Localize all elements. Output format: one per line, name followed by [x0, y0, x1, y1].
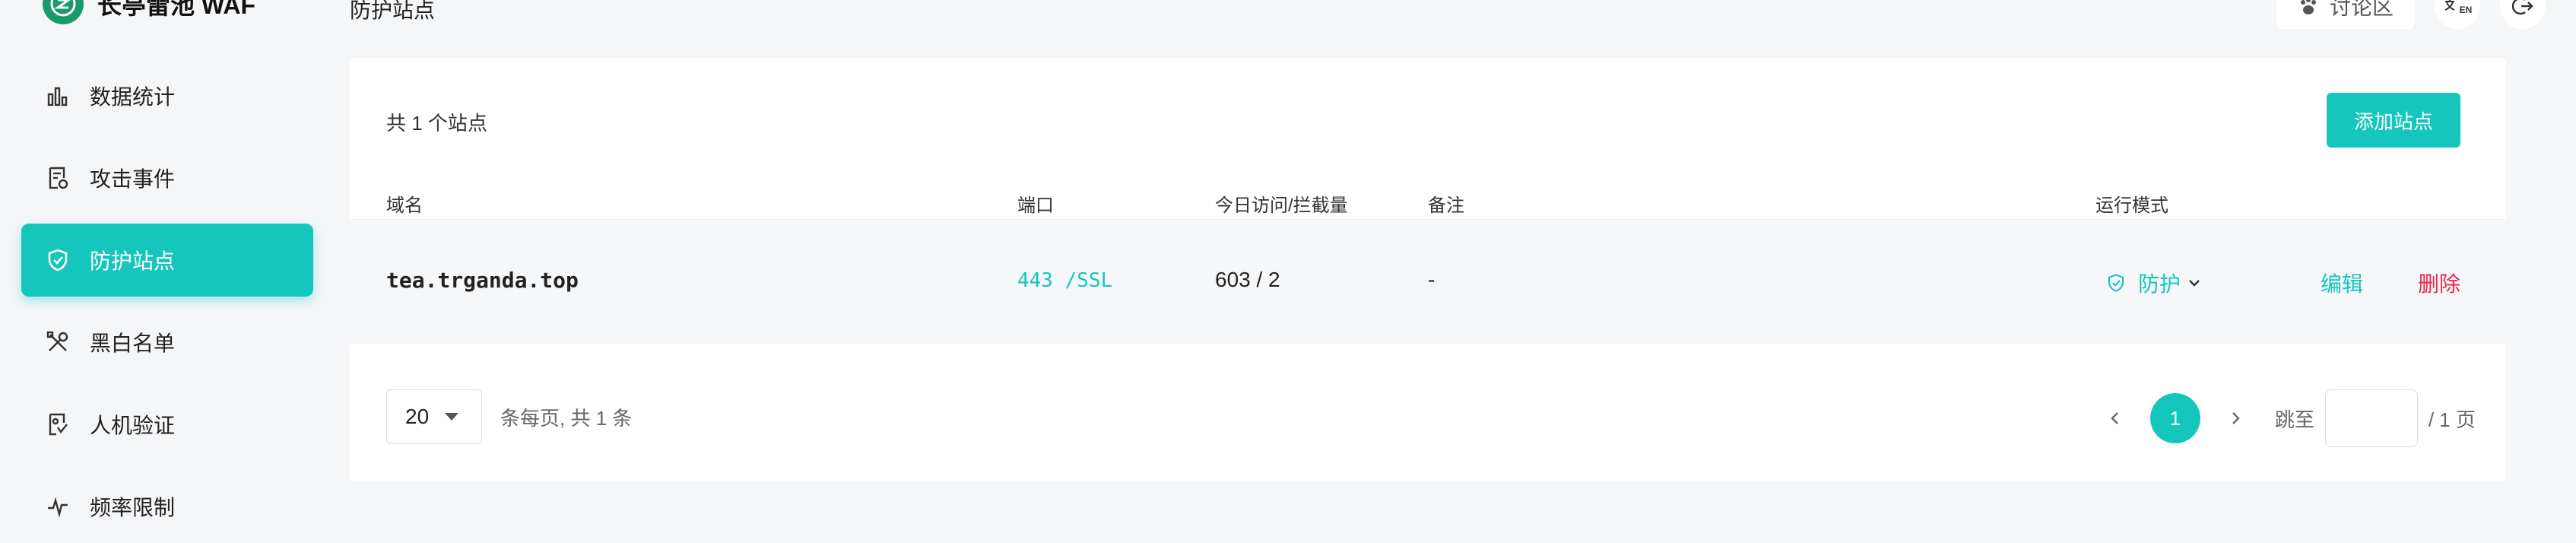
tools-icon: [44, 329, 71, 356]
column-header-visits: 今日访问/拦截量: [1215, 195, 1348, 216]
pulse-icon: [44, 493, 71, 520]
site-note: -: [1428, 268, 1436, 291]
site-count-summary: 共 1 个站点: [386, 112, 487, 135]
pagination: 1 跳至 / 1 页: [2095, 389, 2476, 447]
jump-page-input[interactable]: [2324, 389, 2418, 447]
mode-dropdown[interactable]: 防护: [2106, 268, 2202, 298]
language-badge: EN: [2459, 5, 2473, 15]
logout-button[interactable]: [2500, 0, 2546, 29]
total-pages-text: / 1 页: [2428, 408, 2476, 431]
prev-page-button[interactable]: [2095, 391, 2135, 446]
sidebar: 长亭雷池 WAF 数据统计 攻击事件 防护站点 黑白名单 人机验证 频率限制: [0, 0, 335, 519]
edit-link[interactable]: 编辑: [2321, 268, 2363, 298]
app-name: 长亭雷池 WAF: [97, 0, 255, 19]
jump-label: 跳至: [2274, 408, 2314, 431]
logo-icon: [43, 0, 84, 24]
column-header-port: 端口: [1017, 195, 1054, 216]
page-size-select[interactable]: 20: [386, 389, 482, 444]
page-size-area: 20 条每页, 共 1 条: [386, 389, 632, 444]
table-row: tea.trganda.top 443 /SSL 603 / 2 - 防护 编辑…: [350, 221, 2506, 344]
sidebar-item-label: 人机验证: [90, 414, 176, 437]
mode-label: 防护: [2138, 272, 2181, 296]
page-number-current[interactable]: 1: [2149, 393, 2200, 443]
sidebar-item-label: 防护站点: [90, 249, 176, 273]
chevron-right-icon: [2232, 412, 2240, 424]
per-page-text: 条每页, 共 1 条: [500, 406, 633, 430]
column-header-note: 备注: [1428, 195, 1464, 216]
table-header: 域名 端口 今日访问/拦截量 备注 运行模式: [350, 187, 2506, 220]
site-port: 443 /SSL: [1017, 269, 1113, 292]
sidebar-item-attack-events[interactable]: 攻击事件: [21, 141, 313, 214]
sidebar-item-label: 黑白名单: [90, 332, 176, 355]
sidebar-item-label: 攻击事件: [90, 167, 176, 191]
sidebar-item-allow-deny-list[interactable]: 黑白名单: [21, 306, 313, 379]
site-visits: 603 / 2: [1215, 268, 1280, 291]
logout-icon: [2512, 0, 2533, 17]
column-header-mode: 运行模式: [2095, 195, 2168, 216]
page-title: 防护站点: [350, 0, 436, 22]
shield-icon: [2106, 273, 2126, 293]
verify-user-icon: [44, 411, 71, 438]
sidebar-item-statistics[interactable]: 数据统计: [21, 59, 313, 132]
column-header-domain: 域名: [386, 195, 423, 216]
header-actions: 讨论区 EN: [2276, 0, 2546, 29]
app-logo[interactable]: 长亭雷池 WAF: [43, 0, 255, 24]
caret-down-icon: [444, 412, 459, 421]
sidebar-item-rate-limit[interactable]: 频率限制: [21, 470, 313, 543]
sidebar-item-captcha[interactable]: 人机验证: [21, 388, 313, 461]
sidebar-item-protected-sites[interactable]: 防护站点: [21, 224, 313, 297]
sidebar-item-label: 数据统计: [90, 85, 176, 109]
language-toggle-button[interactable]: EN: [2435, 0, 2480, 29]
next-page-button[interactable]: [2216, 391, 2255, 446]
bar-chart-icon: [44, 82, 71, 110]
shield-icon: [44, 246, 71, 274]
translate-icon: EN: [2443, 0, 2473, 15]
sidebar-item-label: 频率限制: [90, 496, 176, 519]
sites-card: 共 1 个站点 添加站点 域名 端口 今日访问/拦截量 备注 运行模式 tea.…: [350, 58, 2506, 481]
page-size-value: 20: [405, 405, 430, 428]
chevron-down-icon: [2187, 275, 2202, 291]
delete-link[interactable]: 删除: [2418, 268, 2460, 298]
forum-label: 讨论区: [2329, 0, 2394, 19]
add-site-button[interactable]: 添加站点: [2327, 93, 2460, 148]
forum-button[interactable]: 讨论区: [2276, 0, 2415, 29]
site-domain[interactable]: tea.trganda.top: [386, 268, 579, 293]
document-alert-icon: [44, 164, 71, 192]
chevron-left-icon: [2111, 412, 2118, 424]
paw-icon: [2298, 0, 2319, 17]
